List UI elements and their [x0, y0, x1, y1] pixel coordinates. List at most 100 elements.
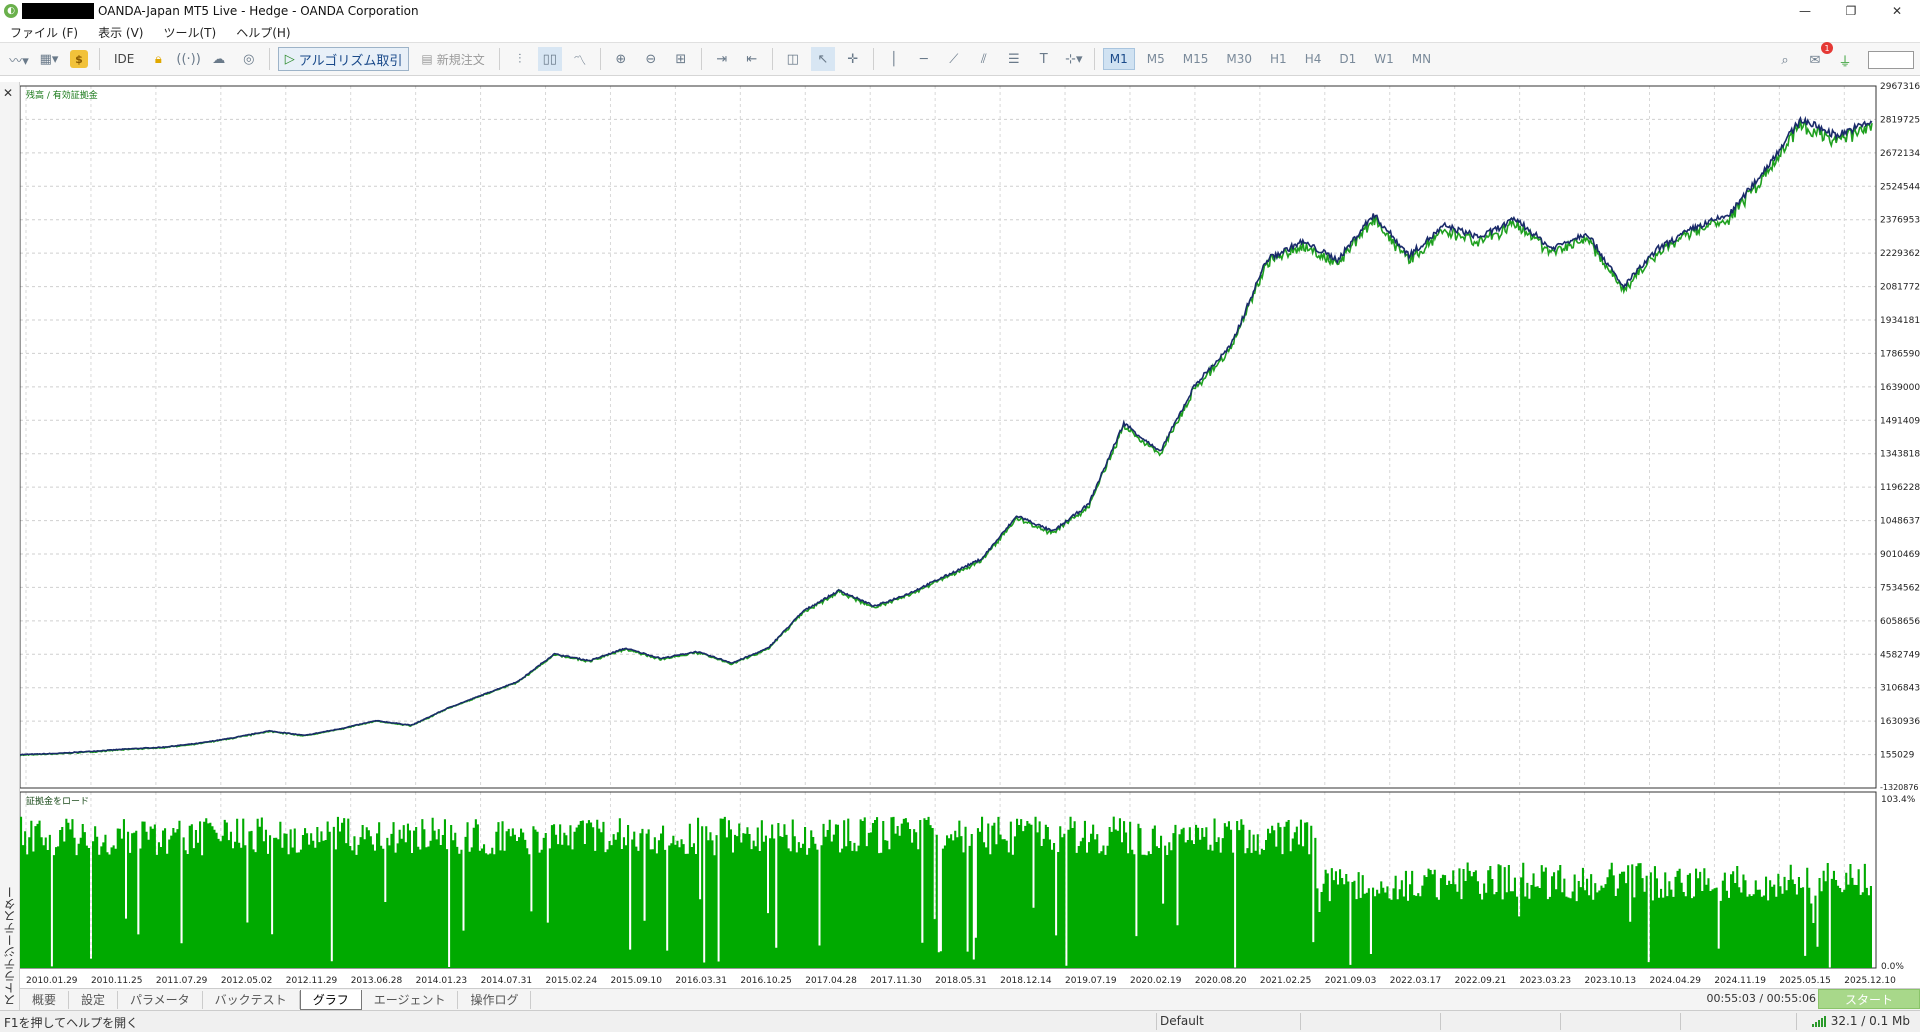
- x-tick-label: 2021.02.25: [1260, 976, 1312, 986]
- tile-windows-icon[interactable]: ⊞: [669, 47, 693, 71]
- x-tick-label: 2016.10.25: [740, 976, 792, 986]
- tab-journal[interactable]: 操作ログ: [458, 990, 532, 1009]
- y-tick-label: 20817722: [1880, 283, 1920, 293]
- x-tick-label: 2018.12.14: [1000, 976, 1052, 986]
- status-separator: [1560, 1013, 1561, 1030]
- x-tick-label: 2021.09.03: [1325, 976, 1377, 986]
- timeframe-m1[interactable]: M1: [1102, 48, 1135, 70]
- y-tick-label: 3106843: [1880, 684, 1920, 694]
- signal-icon[interactable]: ((·)): [176, 47, 200, 71]
- y-axis-labels: 29673161 28197255 26721348 25245441 23769535…: [1880, 82, 1920, 792]
- y-tick-label: 155029: [1880, 751, 1915, 761]
- start-button[interactable]: スタート: [1818, 989, 1920, 1009]
- status-separator: [1440, 1013, 1441, 1030]
- new-order-button[interactable]: ▤ 新規注文: [415, 47, 490, 71]
- margin-load-bars: [20, 816, 1872, 968]
- tester-chart[interactable]: 残高 / 有効証拠金 証拠金をロード 29673161 28197255 26721…: [20, 82, 1920, 990]
- strategy-tester-strip: ✕ ストラテジーテスター: [0, 82, 20, 1010]
- text-icon[interactable]: T: [1032, 47, 1056, 71]
- zoom-out-icon[interactable]: ⊖: [639, 47, 663, 71]
- network-status[interactable]: 32.1 / 0.1 Mb: [1811, 1014, 1910, 1028]
- x-tick-label: 2011.07.29: [156, 976, 208, 986]
- toolbar-right: ⌕ ✉︎ 1 ⏚: [1770, 42, 1914, 72]
- cursor-icon[interactable]: ↖: [810, 47, 835, 71]
- main-chart-frame: [20, 85, 1877, 789]
- menu-view[interactable]: 表示 (V): [88, 24, 153, 41]
- x-tick-label: 2013.06.28: [351, 976, 403, 986]
- window-title: OANDA-Japan MT5 Live - Hedge - OANDA Cor…: [98, 4, 419, 18]
- timeframe-w1[interactable]: W1: [1368, 47, 1400, 71]
- equidistant-channel-icon[interactable]: ⫽: [972, 47, 996, 71]
- profiles-icon[interactable]: ▦▾: [37, 47, 61, 71]
- toolbar-separator: [268, 48, 270, 70]
- menu-file[interactable]: ファイル (F): [0, 24, 88, 41]
- fibonacci-icon[interactable]: ☰: [1002, 47, 1026, 71]
- y-tick-label: 19341815: [1880, 316, 1920, 326]
- y-tick-label: 6058656: [1880, 617, 1920, 627]
- tab-parameters[interactable]: パラメータ: [118, 990, 203, 1009]
- cloud-icon[interactable]: ☁︎: [207, 47, 231, 71]
- chart-area[interactable]: 残高 / 有効証拠金 証拠金をロード 29673161 28197255 26721…: [20, 82, 1920, 990]
- window-controls: — ❐ ✕: [1782, 0, 1920, 22]
- timeframe-h1[interactable]: H1: [1264, 47, 1293, 71]
- x-tick-label: 2019.07.19: [1065, 976, 1117, 986]
- tab-backtest[interactable]: バックテスト: [203, 990, 300, 1009]
- ide-button[interactable]: IDE: [108, 47, 140, 71]
- menu-tools[interactable]: ツール(T): [153, 24, 226, 41]
- notifications-icon[interactable]: ✉︎ 1: [1803, 42, 1833, 72]
- y-tick-label: 13438189: [1880, 450, 1920, 460]
- menu-help[interactable]: ヘルプ(H): [226, 24, 300, 41]
- app-logo-icon: ◐: [4, 4, 18, 18]
- status-separator: [1680, 1013, 1681, 1030]
- x-tick-label: 2020.02.19: [1130, 976, 1182, 986]
- x-tick-label: 2020.08.20: [1195, 976, 1247, 986]
- tab-agents[interactable]: エージェント: [362, 990, 459, 1009]
- toolbar-separator: [700, 48, 702, 70]
- x-tick-label: 2010.11.25: [91, 976, 143, 986]
- account-box[interactable]: [1868, 51, 1914, 69]
- autoscroll-icon[interactable]: ⇥: [710, 47, 734, 71]
- search-icon[interactable]: ⌕: [1773, 48, 1797, 72]
- market-icon[interactable]: $: [67, 47, 91, 71]
- line-chart-icon[interactable]: 〽: [568, 47, 592, 71]
- vps-icon[interactable]: ◎: [237, 47, 261, 71]
- load-bar-series: [20, 816, 1872, 968]
- minimize-icon[interactable]: —: [1782, 0, 1828, 22]
- algo-trading-button[interactable]: ▷ アルゴリズム取引: [277, 47, 410, 71]
- timeframe-m5[interactable]: M5: [1141, 47, 1171, 71]
- timeframe-m30[interactable]: M30: [1220, 47, 1258, 71]
- maximize-icon[interactable]: ❐: [1828, 0, 1874, 22]
- close-panel-icon[interactable]: ✕: [3, 86, 13, 100]
- x-tick-label: 2016.03.31: [675, 976, 727, 986]
- toolbar-separator: [599, 48, 601, 70]
- load-y-min-label: 0.0%: [1881, 962, 1904, 972]
- timeframe-d1[interactable]: D1: [1333, 47, 1362, 71]
- timeframe-h4[interactable]: H4: [1299, 47, 1328, 71]
- shapes-icon[interactable]: ⊹▾: [1062, 47, 1086, 71]
- vertical-line-icon[interactable]: │: [882, 47, 906, 71]
- signal-strength-icon[interactable]: ⏚: [1833, 48, 1857, 72]
- tab-settings[interactable]: 設定: [69, 990, 119, 1009]
- timeframe-mn[interactable]: MN: [1406, 47, 1437, 71]
- horizontal-line-icon[interactable]: ─: [912, 47, 936, 71]
- status-separator: [1796, 1013, 1797, 1030]
- crosshair-icon[interactable]: ✛: [841, 47, 865, 71]
- status-profile[interactable]: Default: [1160, 1014, 1204, 1028]
- timeframe-m15[interactable]: M15: [1177, 47, 1215, 71]
- chart-shift-icon[interactable]: ⇤: [740, 47, 764, 71]
- new-chart-icon[interactable]: 〰▾: [7, 47, 31, 71]
- tab-summary[interactable]: 概要: [20, 990, 70, 1009]
- notification-badge: 1: [1821, 42, 1833, 54]
- x-tick-label: 2022.03.17: [1390, 976, 1442, 986]
- y-tick-label: 29673161: [1880, 82, 1920, 92]
- play-icon: ▷: [284, 51, 295, 67]
- x-tick-label: 2012.11.29: [286, 976, 338, 986]
- candles-icon[interactable]: ▯▯: [537, 47, 562, 71]
- close-window-icon[interactable]: ✕: [1874, 0, 1920, 22]
- zoom-in-icon[interactable]: ⊕: [609, 47, 633, 71]
- tab-graph[interactable]: グラフ: [299, 989, 362, 1010]
- bar-chart-icon[interactable]: ⫶: [508, 47, 532, 71]
- lock-icon[interactable]: 🔒︎: [146, 47, 170, 71]
- trendline-icon[interactable]: ⟋: [942, 47, 966, 71]
- screenshot-icon[interactable]: ◫: [781, 47, 805, 71]
